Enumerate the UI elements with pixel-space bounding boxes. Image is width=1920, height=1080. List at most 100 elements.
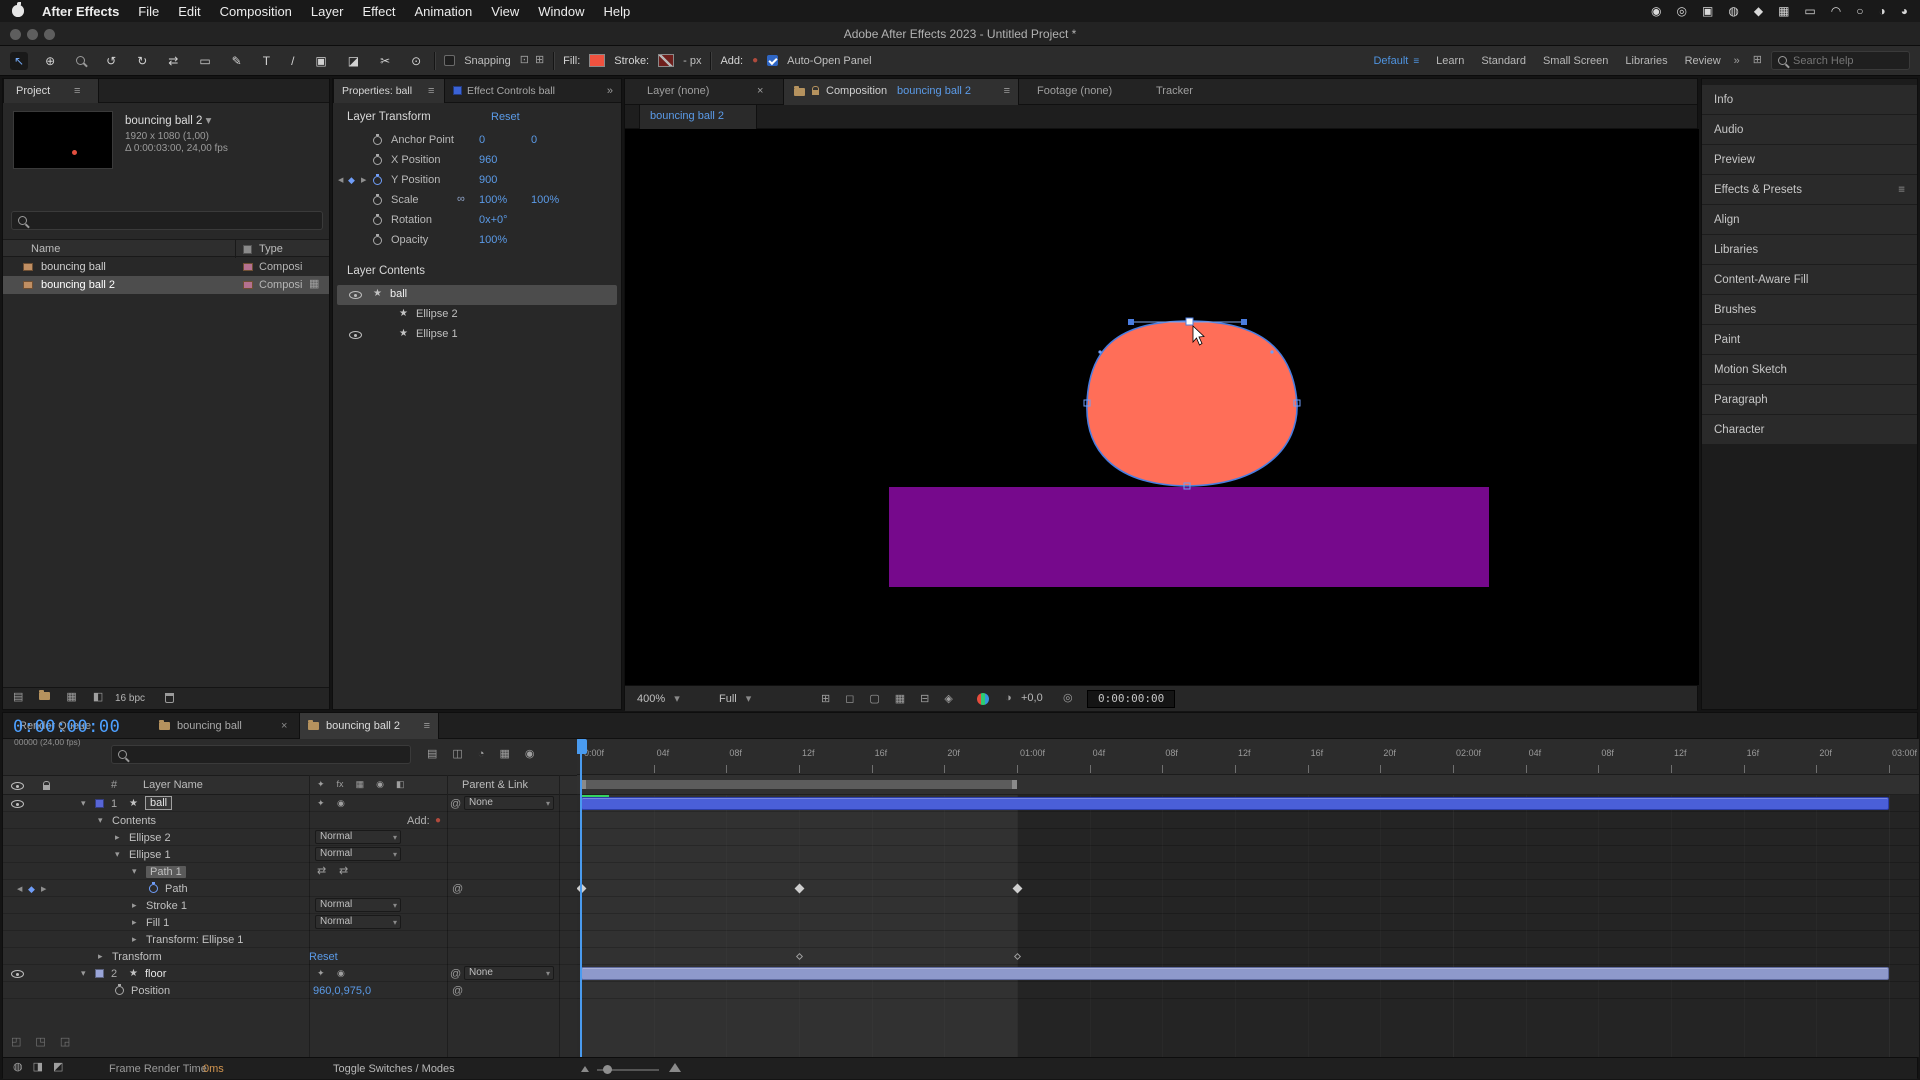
- snap-option-2-icon[interactable]: ⊞: [535, 55, 544, 66]
- stopwatch-icon[interactable]: [373, 196, 382, 205]
- stopwatch-icon[interactable]: [373, 176, 382, 185]
- menu-window[interactable]: Window: [538, 4, 584, 19]
- exposure-value[interactable]: +0,0: [1021, 692, 1043, 704]
- column-divider[interactable]: [235, 240, 236, 258]
- property-value[interactable]: 100%: [531, 194, 559, 206]
- property-label[interactable]: Ellipse 2: [129, 832, 171, 844]
- property-value[interactable]: 0: [479, 134, 485, 146]
- group-label[interactable]: Transform: Ellipse 1: [146, 934, 243, 946]
- stopwatch-icon[interactable]: [373, 156, 382, 165]
- twirl-icon[interactable]: ▸: [98, 952, 103, 961]
- panel-tab-effects-presets[interactable]: Effects & Presets≡: [1702, 175, 1917, 204]
- parent-pickwhip-icon[interactable]: @: [450, 798, 461, 810]
- property-label[interactable]: Path 1: [146, 866, 186, 878]
- blend-mode-dropdown[interactable]: Normal▾: [315, 898, 401, 912]
- previous-keyframe-icon[interactable]: ◀: [17, 885, 22, 893]
- keyframe-indicator-icon[interactable]: ◆: [348, 175, 355, 186]
- grid-and-guides-icon[interactable]: ⊞: [821, 694, 830, 705]
- new-folder-icon[interactable]: [39, 692, 50, 700]
- property-row-position[interactable]: Position960,0,975,0@: [3, 982, 577, 999]
- zoom-tool[interactable]: [72, 52, 89, 70]
- workspace-default[interactable]: Default≡: [1373, 55, 1419, 67]
- property-label[interactable]: Fill 1: [146, 917, 169, 929]
- timeline-track-area[interactable]: 0:00f04f08f12f16f20f01:00f04f08f12f16f20…: [577, 739, 1919, 1057]
- zoom-out-timeline-icon[interactable]: [581, 1066, 589, 1072]
- project-row-bouncing-ball[interactable]: bouncing ballComposi: [3, 258, 329, 276]
- stopwatch-icon[interactable]: [373, 136, 382, 145]
- auto-open-panel-checkbox[interactable]: [767, 55, 778, 66]
- stroke-width-value[interactable]: - px: [683, 55, 701, 67]
- stroke-color-swatch[interactable]: [658, 54, 674, 67]
- property-value[interactable]: 0: [531, 134, 537, 146]
- eye-icon[interactable]: [349, 331, 362, 339]
- blend-mode-dropdown[interactable]: Normal▾: [315, 830, 401, 844]
- camera-view-icon[interactable]: ⊟: [920, 694, 929, 705]
- rotation-tool[interactable]: ↻: [133, 52, 151, 70]
- color-depth-value[interactable]: 16 bpc: [115, 693, 145, 704]
- motion-blur-icon[interactable]: ◉: [525, 749, 535, 760]
- property-row-path[interactable]: ◀◆▶Path@: [3, 880, 577, 897]
- battery-icon[interactable]: ▭: [1804, 4, 1815, 18]
- twirl-icon[interactable]: ▾: [132, 867, 137, 876]
- layer-name[interactable]: floor: [145, 968, 166, 980]
- wifi-icon[interactable]: ◠: [1831, 4, 1841, 18]
- draft-3d-icon[interactable]: ◫: [452, 749, 462, 760]
- creative-cloud-icon[interactable]: ◍: [1728, 4, 1738, 18]
- property-value[interactable]: 100%: [479, 234, 507, 246]
- snapshot-camera-icon[interactable]: ◎: [1063, 693, 1073, 704]
- layer-duration-bar[interactable]: [581, 967, 1889, 980]
- reset-button[interactable]: Reset: [309, 951, 338, 963]
- panel-tab-libraries[interactable]: Libraries: [1702, 235, 1917, 264]
- window-icon[interactable]: ▣: [1702, 4, 1713, 18]
- twirl-icon[interactable]: ▾: [81, 799, 86, 808]
- menu-help[interactable]: Help: [603, 4, 630, 19]
- panel-overflow-icon[interactable]: »: [607, 85, 613, 97]
- out-interpolation-icon[interactable]: ⇄: [339, 866, 348, 877]
- orbit-camera-tool[interactable]: ↺: [102, 52, 120, 70]
- project-flowchart-icon[interactable]: ▤: [13, 692, 23, 703]
- motion-blur-icon[interactable]: ◉: [337, 969, 345, 978]
- workspace-libraries[interactable]: Libraries: [1625, 55, 1667, 67]
- tab-comp-bouncing-ball-2[interactable]: bouncing ball 2 ≡: [299, 713, 439, 739]
- column-name[interactable]: Name: [31, 243, 60, 255]
- property-row-fill-1[interactable]: ▸Fill 1Normal▾: [3, 914, 577, 931]
- fill-label[interactable]: Fill:: [563, 55, 580, 67]
- label-color-chip[interactable]: [95, 969, 104, 978]
- show-channel-icon[interactable]: [977, 693, 989, 705]
- close-tab-icon[interactable]: ×: [281, 720, 287, 732]
- region-of-interest-icon[interactable]: ▢: [869, 694, 879, 705]
- twirl-icon[interactable]: ▾: [115, 850, 120, 859]
- stopwatch-icon[interactable]: [115, 986, 124, 995]
- mask-visibility-icon[interactable]: ◻: [845, 694, 854, 705]
- panel-tab-character[interactable]: Character: [1702, 415, 1917, 444]
- keyframe-indicator-icon[interactable]: ◆: [28, 884, 35, 895]
- tab-layer-viewer[interactable]: Layer (none): [647, 85, 709, 97]
- draft-icon[interactable]: ◨: [33, 1062, 43, 1073]
- timeline-search-input[interactable]: [133, 749, 383, 761]
- eye-icon[interactable]: [11, 800, 24, 808]
- content-row-ellipse-1[interactable]: ★Ellipse 1: [337, 325, 617, 345]
- floor-shape[interactable]: [889, 487, 1489, 587]
- parent-dropdown[interactable]: None▾: [464, 966, 554, 980]
- current-timecode[interactable]: 0:00:00:00: [13, 717, 120, 737]
- ball-shape[interactable]: [1087, 321, 1297, 486]
- menu-effect[interactable]: Effect: [362, 4, 395, 19]
- 3d-layer-icon[interactable]: ◧: [396, 780, 405, 789]
- stopwatch-icon[interactable]: [149, 884, 158, 893]
- flow-icon[interactable]: ◩: [53, 1062, 63, 1073]
- help-search-input[interactable]: [1793, 55, 1903, 67]
- blend-mode-dropdown[interactable]: Normal▾: [315, 847, 401, 861]
- magnification-dropdown[interactable]: 400% ▾: [637, 692, 680, 705]
- menu-composition[interactable]: Composition: [220, 4, 292, 19]
- viewer-panel-menu-icon[interactable]: ≡: [1004, 85, 1010, 97]
- shape-tool[interactable]: ▭: [195, 52, 214, 70]
- stroke-label[interactable]: Stroke:: [614, 55, 649, 67]
- effects-icon[interactable]: fx: [337, 780, 344, 789]
- pickwhip-icon[interactable]: @: [452, 985, 463, 997]
- timeline-panel-menu-icon[interactable]: ≡: [424, 720, 430, 732]
- panel-tab-paint[interactable]: Paint: [1702, 325, 1917, 354]
- content-row-ball[interactable]: ★ball: [337, 285, 617, 305]
- menu-animation[interactable]: Animation: [414, 4, 472, 19]
- clone-stamp-tool[interactable]: ▣: [311, 52, 330, 70]
- next-keyframe-icon[interactable]: ▶: [361, 176, 366, 184]
